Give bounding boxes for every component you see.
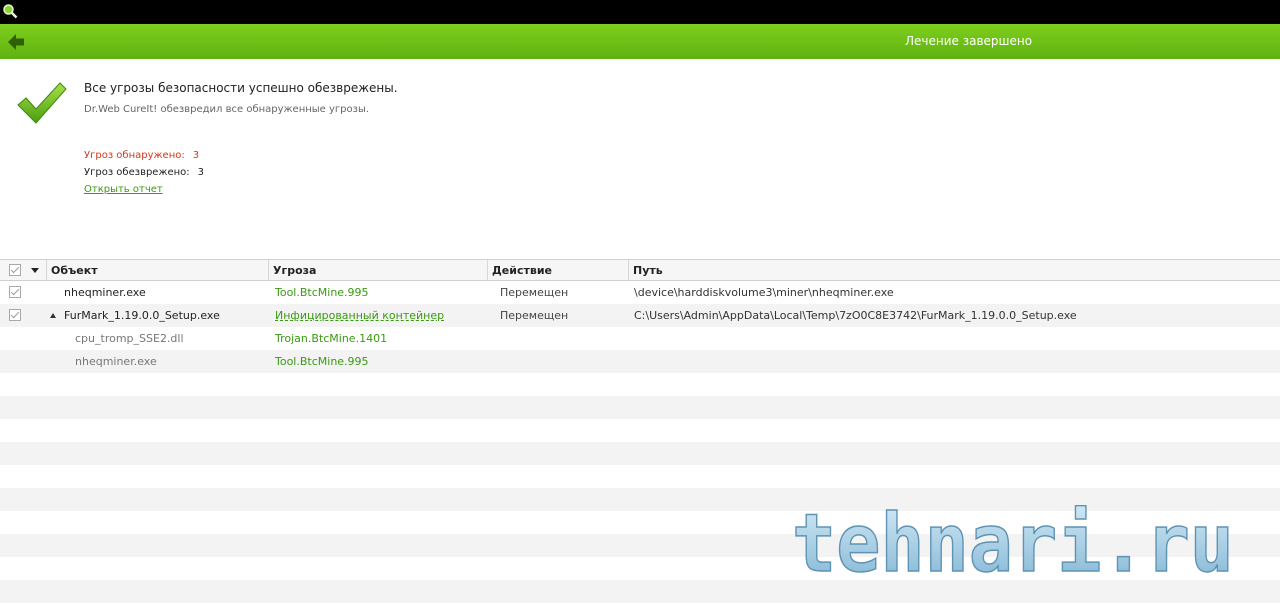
column-object[interactable]: Объект — [47, 260, 269, 281]
threats-found-label: Угроз обнаружено: — [84, 150, 185, 161]
row-object: FurMark_1.19.0.0_Setup.exe — [64, 309, 220, 322]
threats-neutralized-label: Угроз обезврежено: — [84, 167, 190, 178]
threats-found-stat: Угроз обнаружено: 3 — [84, 150, 199, 161]
row-object: cpu_tromp_SSE2.dll — [75, 332, 184, 345]
title-bar — [0, 0, 1280, 24]
threats-neutralized-stat: Угроз обезврежено: 3 — [84, 167, 204, 178]
dropdown-arrow-icon[interactable] — [31, 268, 39, 273]
column-threat[interactable]: Угроза — [269, 260, 488, 281]
back-arrow-icon[interactable] — [6, 32, 26, 52]
table-row-child[interactable]: cpu_tromp_SSE2.dll Trojan.BtcMine.1401 — [0, 327, 1280, 350]
column-action[interactable]: Действие — [488, 260, 629, 281]
summary-panel: Все угрозы безопасности успешно обезвреж… — [0, 59, 1280, 259]
checkmark-icon — [17, 82, 67, 124]
drweb-search-icon — [3, 4, 18, 19]
row-threat: Tool.BtcMine.995 — [275, 286, 369, 299]
watermark-logo: tehnari.ru — [791, 505, 1235, 580]
empty-row — [0, 373, 1280, 396]
header-bar: Лечение завершено — [0, 24, 1280, 59]
row-action: Перемещен — [500, 309, 569, 322]
row-object: nheqminer.exe — [64, 286, 146, 299]
row-threat: Tool.BtcMine.995 — [275, 355, 369, 368]
row-action: Перемещен — [500, 286, 569, 299]
result-title: Все угрозы безопасности успешно обезвреж… — [84, 81, 398, 95]
table-row[interactable]: nheqminer.exe Tool.BtcMine.995 Перемещен… — [0, 281, 1280, 304]
column-path[interactable]: Путь — [629, 260, 1280, 281]
result-subtitle: Dr.Web CureIt! обезвредил все обнаруженн… — [84, 104, 370, 115]
empty-row — [0, 419, 1280, 442]
empty-row — [0, 442, 1280, 465]
row-threat: Trojan.BtcMine.1401 — [275, 332, 388, 345]
threats-neutralized-value: 3 — [197, 167, 205, 178]
empty-row — [0, 465, 1280, 488]
select-all-header[interactable] — [0, 260, 47, 281]
collapse-triangle-icon[interactable] — [50, 313, 56, 318]
app-window: Лечение завершено Все угрозы безопасност… — [0, 0, 1280, 606]
row-path: C:\Users\Admin\AppData\Local\Temp\7zO0C8… — [634, 309, 1077, 322]
header-title: Лечение завершено — [905, 34, 1033, 48]
row-object: nheqminer.exe — [75, 355, 157, 368]
select-all-checkbox[interactable] — [9, 264, 21, 276]
row-checkbox[interactable] — [9, 286, 21, 298]
table-header: Объект Угроза Действие Путь — [0, 259, 1280, 281]
table-row[interactable]: FurMark_1.19.0.0_Setup.exe Инфицированны… — [0, 304, 1280, 327]
threats-found-value: 3 — [192, 150, 200, 161]
row-checkbox[interactable] — [9, 309, 21, 321]
watermark-text: tehnari.ru — [792, 505, 1234, 580]
row-threat-link[interactable]: Инфицированный контейнер — [275, 304, 444, 327]
empty-row — [0, 580, 1280, 603]
open-report-link[interactable]: Открыть отчет — [84, 184, 163, 195]
row-path: \device\harddiskvolume3\miner\nheqminer.… — [634, 286, 894, 299]
table-row-child[interactable]: nheqminer.exe Tool.BtcMine.995 — [0, 350, 1280, 373]
empty-row — [0, 396, 1280, 419]
